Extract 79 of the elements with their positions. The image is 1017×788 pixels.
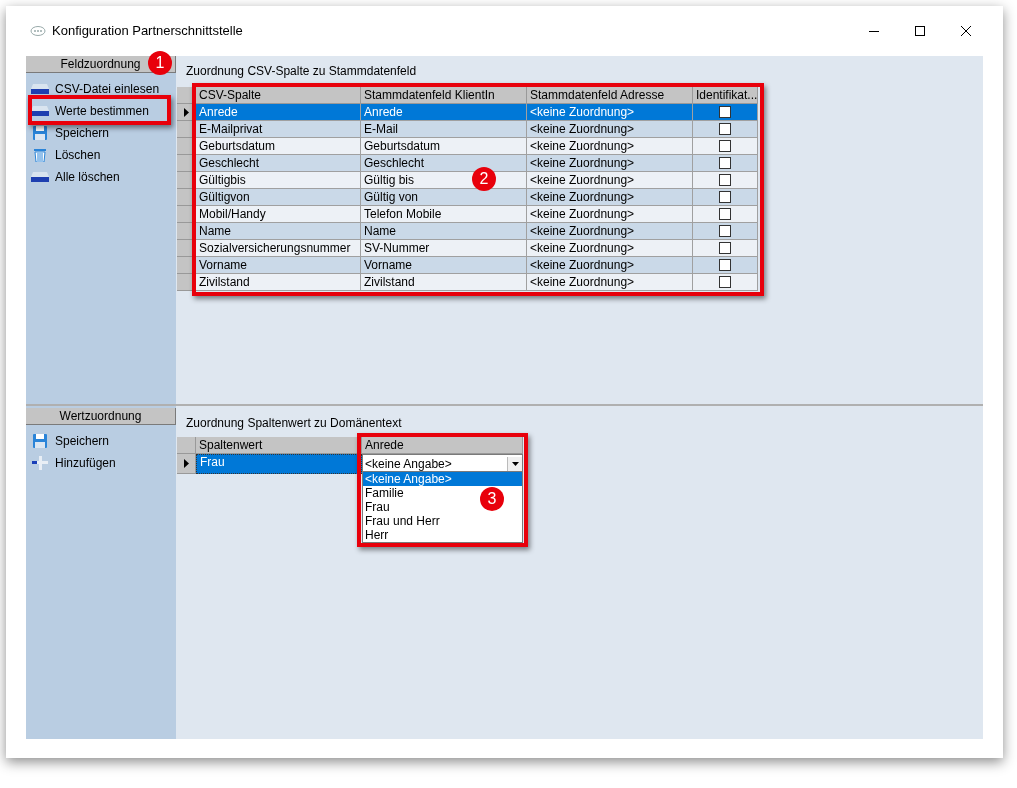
table-cell: Geschlecht: [361, 155, 527, 172]
table-cell: <keine Zuordnung>: [527, 257, 693, 274]
table-cell: Gültigbis: [196, 172, 361, 189]
table-cell: <keine Zuordnung>: [527, 121, 693, 138]
table-cell: Gültig von: [361, 189, 527, 206]
table-cell: Sozialversicherungsnummer: [196, 240, 361, 257]
sidebar-item[interactable]: Speichern: [26, 122, 176, 144]
table-cell: Geschlecht: [196, 155, 361, 172]
table-cell: Geburtsdatum: [361, 138, 527, 155]
table-cell: Anrede: [361, 104, 527, 121]
table-cell: Anrede: [196, 104, 361, 121]
close-icon: [961, 26, 971, 36]
dropdown-arrow-icon: [511, 462, 519, 466]
checkbox[interactable]: [719, 276, 731, 288]
table-cell: SV-Nummer: [361, 240, 527, 257]
checkbox[interactable]: [719, 242, 731, 254]
dropdown-option[interactable]: Frau: [363, 500, 390, 514]
checkbox[interactable]: [719, 123, 731, 135]
dropdown-option[interactable]: <keine Angabe>: [363, 472, 522, 486]
table-cell: Mobil/Handy: [196, 206, 361, 223]
table-cell: Vorname: [361, 257, 527, 274]
maximize-icon: [915, 26, 925, 36]
current-row-icon: [183, 107, 189, 117]
column-header[interactable]: Identifikat...: [693, 87, 758, 104]
table-cell: <keine Zuordnung>: [527, 274, 693, 291]
sidebar-item[interactable]: Werte bestimmen: [26, 100, 176, 122]
section-title: Zuordnung Spaltenwert zu Domänentext: [185, 415, 403, 432]
tray-icon: [31, 171, 49, 183]
checkbox[interactable]: [719, 157, 731, 169]
dropdown-option[interactable]: Herr: [363, 528, 389, 542]
table-cell: Zivilstand: [361, 274, 527, 291]
table-cell: <keine Zuordnung>: [527, 206, 693, 223]
sidebar-item[interactable]: Hinzufügen: [26, 452, 176, 474]
window-title: Konfiguration Partnerschnittstelle: [52, 22, 243, 41]
app-icon: [30, 25, 46, 37]
table-cell: Telefon Mobile: [361, 206, 527, 223]
table-cell: Name: [361, 223, 527, 240]
table-cell: <keine Zuordnung>: [527, 172, 693, 189]
tray-icon: [31, 105, 49, 117]
checkbox[interactable]: [719, 106, 731, 118]
tray-icon: [31, 83, 49, 95]
table-cell: <keine Zuordnung>: [527, 138, 693, 155]
table-cell: E-Mailprivat: [196, 121, 361, 138]
checkbox[interactable]: [719, 191, 731, 203]
column-header[interactable]: Stammdatenfeld KlientIn: [361, 87, 527, 104]
column-header[interactable]: Anrede: [362, 437, 523, 454]
sidebar-item[interactable]: Speichern: [26, 430, 176, 452]
column-header[interactable]: Stammdatenfeld Adresse: [527, 87, 693, 104]
sidebar-item[interactable]: Löschen: [26, 144, 176, 166]
checkbox[interactable]: [719, 225, 731, 237]
sidebar-item[interactable]: CSV-Datei einlesen: [26, 78, 176, 100]
table-cell: <keine Zuordnung>: [527, 240, 693, 257]
table-cell: Name: [196, 223, 361, 240]
column-header[interactable]: CSV-Spalte: [196, 87, 361, 104]
section-title: Zuordnung CSV-Spalte zu Stammdatenfeld: [185, 63, 418, 80]
checkbox[interactable]: [719, 174, 731, 186]
table-cell: <keine Zuordnung>: [527, 189, 693, 206]
row-header-cell: [177, 437, 196, 454]
combo-box[interactable]: <keine Angabe>: [362, 454, 523, 474]
table-cell: <keine Zuordnung>: [527, 223, 693, 240]
table-cell: E-Mail: [361, 121, 527, 138]
panel-header: Wertzuordnung: [26, 408, 176, 425]
checkbox[interactable]: [719, 259, 731, 271]
sidebar-item[interactable]: Alle löschen: [26, 166, 176, 188]
trash-icon: [34, 148, 46, 162]
dropdown-option[interactable]: Familie: [363, 486, 404, 500]
plus-icon: [32, 456, 48, 470]
row-header-cell[interactable]: [177, 454, 196, 474]
current-row-icon: [183, 459, 189, 468]
table-cell: <keine Zuordnung>: [527, 104, 693, 121]
annotation-badge: 1: [148, 51, 172, 75]
checkbox[interactable]: [719, 140, 731, 152]
table-cell: <keine Zuordnung>: [527, 155, 693, 172]
table-cell: Geburtsdatum: [196, 138, 361, 155]
table-cell: Vorname: [196, 257, 361, 274]
table-cell: Gültigvon: [196, 189, 361, 206]
dropdown-option[interactable]: Frau und Herr: [363, 514, 440, 528]
checkbox[interactable]: [719, 208, 731, 220]
table-cell: Zivilstand: [196, 274, 361, 291]
